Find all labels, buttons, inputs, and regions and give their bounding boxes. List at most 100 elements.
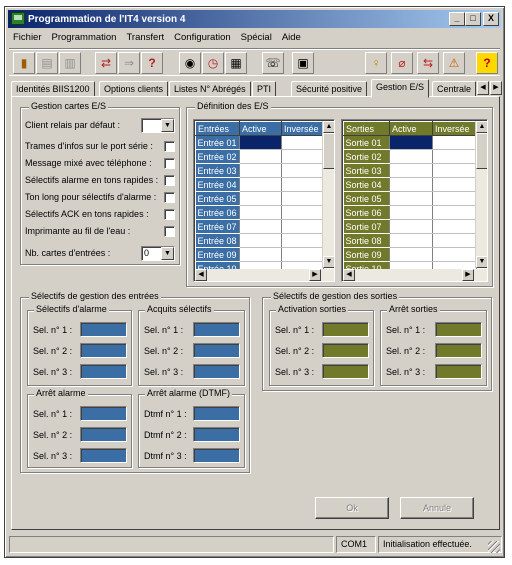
arret-sorties-sel-3-input[interactable] bbox=[435, 364, 482, 379]
selectifs-ack-checkbox[interactable] bbox=[164, 209, 175, 220]
arret-sorties-sel-1-input[interactable] bbox=[435, 322, 482, 337]
speaker-icon[interactable]: ◉ bbox=[179, 52, 201, 74]
arret-sel-2-input[interactable] bbox=[80, 427, 127, 442]
grid-cell[interactable] bbox=[281, 233, 324, 248]
help-icon[interactable]: ? bbox=[476, 52, 498, 74]
tab-centrale[interactable]: Centrale bbox=[432, 81, 477, 97]
scroll-thumb[interactable] bbox=[323, 133, 334, 169]
grid-cell[interactable] bbox=[281, 135, 324, 150]
grid-cell[interactable] bbox=[389, 247, 433, 262]
grid-cell[interactable] bbox=[281, 149, 324, 164]
arret-sorties-sel-2-input[interactable] bbox=[435, 343, 482, 358]
menu-aide[interactable]: Aide bbox=[282, 30, 301, 46]
alarme-sel-1-input[interactable] bbox=[80, 322, 127, 337]
dtmf-1-input[interactable] bbox=[193, 406, 240, 421]
grid-cell[interactable] bbox=[281, 163, 324, 178]
save-icon[interactable]: ▤ bbox=[36, 52, 58, 74]
grid-cell[interactable] bbox=[281, 177, 324, 192]
column-header[interactable]: Entrées bbox=[195, 121, 240, 136]
grid-cell[interactable] bbox=[389, 233, 433, 248]
tab-identites[interactable]: Identités BIIS1200 bbox=[11, 81, 95, 97]
key-icon[interactable]: ♀ bbox=[365, 52, 387, 74]
clock-icon[interactable]: ◷ bbox=[202, 52, 224, 74]
grid-cell[interactable] bbox=[389, 177, 433, 192]
grid-cell[interactable] bbox=[389, 163, 433, 178]
grid-cell[interactable] bbox=[281, 191, 324, 206]
transfer-icon[interactable]: ⇆ bbox=[417, 52, 439, 74]
close-button[interactable]: X bbox=[483, 12, 499, 26]
monitor-icon[interactable]: ▣ bbox=[292, 52, 314, 74]
grid-cell[interactable] bbox=[239, 233, 282, 248]
column-header[interactable]: Inversée bbox=[281, 121, 324, 136]
activation-sel-3-input[interactable] bbox=[322, 364, 369, 379]
grid-cell[interactable] bbox=[239, 191, 282, 206]
grid-cell[interactable] bbox=[239, 219, 282, 234]
scroll-right-icon[interactable]: ▶ bbox=[462, 269, 474, 281]
scroll-thumb[interactable] bbox=[476, 133, 487, 169]
grid-cell[interactable] bbox=[389, 149, 433, 164]
scroll-up-icon[interactable]: ▲ bbox=[476, 121, 487, 133]
grid-cell[interactable] bbox=[432, 205, 477, 220]
tab-gestion-es[interactable]: Gestion E/S bbox=[371, 79, 430, 98]
grid-cell[interactable] bbox=[432, 247, 477, 262]
sorties-vertical-scrollbar[interactable]: ▲ ▼ bbox=[475, 121, 487, 268]
grid-cell[interactable] bbox=[281, 205, 324, 220]
tab-scroll-right-button[interactable]: ▶ bbox=[490, 81, 502, 95]
grid-cell[interactable] bbox=[432, 163, 477, 178]
title-bar[interactable]: Programmation de l'IT4 version 4 _ □ X bbox=[8, 10, 501, 28]
entrees-horizontal-scrollbar[interactable]: ◀ ▶ bbox=[195, 269, 334, 281]
message-mixe-checkbox[interactable] bbox=[164, 158, 175, 169]
sorties-grid[interactable]: Sorties Active Inversée Sortie 01 Sortie… bbox=[341, 119, 488, 282]
column-header[interactable]: Inversée bbox=[432, 121, 477, 136]
cancel-button[interactable]: Annule bbox=[400, 497, 474, 519]
scroll-down-icon[interactable]: ▼ bbox=[476, 256, 487, 268]
grid-cell[interactable] bbox=[281, 219, 324, 234]
sorties-horizontal-scrollbar[interactable]: ◀ ▶ bbox=[343, 269, 487, 281]
alarme-sel-3-input[interactable] bbox=[80, 364, 127, 379]
grid-cell[interactable] bbox=[432, 233, 477, 248]
grid-cell[interactable] bbox=[239, 135, 282, 150]
column-header[interactable]: Active bbox=[389, 121, 433, 136]
alarme-sel-2-input[interactable] bbox=[80, 343, 127, 358]
column-header[interactable]: Active bbox=[239, 121, 282, 136]
maximize-button[interactable]: □ bbox=[465, 12, 481, 26]
acquits-sel-2-input[interactable] bbox=[193, 343, 240, 358]
tab-securite-positive[interactable]: Sécurité positive bbox=[291, 81, 368, 97]
menu-programmation[interactable]: Programmation bbox=[52, 30, 117, 46]
help-context-icon[interactable]: ? bbox=[141, 52, 163, 74]
column-header[interactable]: Sorties bbox=[343, 121, 390, 136]
menu-special[interactable]: Spécial bbox=[241, 30, 272, 46]
arret-sel-3-input[interactable] bbox=[80, 448, 127, 463]
acquits-sel-3-input[interactable] bbox=[193, 364, 240, 379]
grid-cell[interactable] bbox=[389, 219, 433, 234]
ton-long-checkbox[interactable] bbox=[164, 192, 175, 203]
tab-options-clients[interactable]: Options clients bbox=[99, 81, 169, 97]
phone-icon[interactable]: ☏ bbox=[262, 52, 284, 74]
grid-cell[interactable] bbox=[239, 149, 282, 164]
ok-button[interactable]: Ok bbox=[315, 497, 389, 519]
grid-cell[interactable] bbox=[281, 247, 324, 262]
activation-sel-1-input[interactable] bbox=[322, 322, 369, 337]
calculator-icon[interactable]: ▦ bbox=[225, 52, 247, 74]
minimize-button[interactable]: _ bbox=[449, 12, 465, 26]
scroll-left-icon[interactable]: ◀ bbox=[195, 269, 207, 281]
entrees-vertical-scrollbar[interactable]: ▲ ▼ bbox=[322, 121, 334, 268]
grid-cell[interactable] bbox=[239, 163, 282, 178]
grid-cell[interactable] bbox=[239, 205, 282, 220]
dtmf-3-input[interactable] bbox=[193, 448, 240, 463]
client-relais-select[interactable]: ▼ bbox=[141, 118, 175, 133]
load-icon[interactable]: ⇄ bbox=[95, 52, 117, 74]
grid-cell[interactable] bbox=[389, 191, 433, 206]
tab-listes-numeros[interactable]: Listes N° Abrégés bbox=[169, 81, 251, 97]
scroll-left-icon[interactable]: ◀ bbox=[343, 269, 355, 281]
grid-cell[interactable] bbox=[432, 177, 477, 192]
scroll-down-icon[interactable]: ▼ bbox=[323, 256, 334, 268]
scroll-right-icon[interactable]: ▶ bbox=[309, 269, 321, 281]
nb-cartes-select[interactable]: 0 ▼ bbox=[141, 246, 175, 261]
selectifs-alarme-checkbox[interactable] bbox=[164, 175, 175, 186]
tab-scroll-left-button[interactable]: ◀ bbox=[477, 81, 489, 95]
send-icon[interactable]: ⇒ bbox=[118, 52, 140, 74]
grid-cell[interactable] bbox=[432, 135, 477, 150]
alarm-icon[interactable]: ⌀ bbox=[391, 52, 413, 74]
grid-cell[interactable] bbox=[239, 177, 282, 192]
